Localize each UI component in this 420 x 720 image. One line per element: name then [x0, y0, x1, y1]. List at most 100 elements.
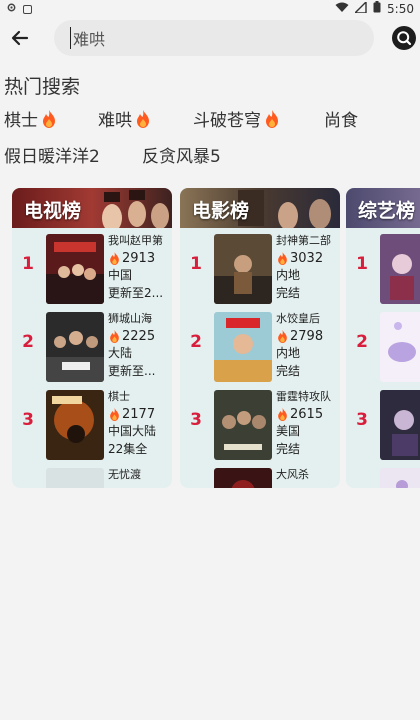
item-region: 中国	[108, 268, 133, 282]
rank-number: 3	[22, 410, 34, 430]
ranking-item[interactable]: 3 雷霆特攻队 2615 美国 完结	[180, 386, 340, 460]
ranking-carousel[interactable]: 电视榜 1 我叫赵甲第 2913 中国 更新至2... 2 狮城山海 2225 …	[12, 188, 420, 490]
poster-image	[46, 390, 104, 460]
ranking-item[interactable]: 1	[346, 230, 420, 304]
search-bar	[0, 18, 420, 58]
ranking-item[interactable]: 1 我叫赵甲第 2913 中国 更新至2...	[12, 230, 172, 304]
hot-tag[interactable]: 反贪风暴5	[142, 142, 221, 167]
rank-number: 2	[22, 332, 34, 352]
ranking-item[interactable]: 2	[346, 308, 420, 382]
item-info: 我叫赵甲第 2913 中国 更新至2...	[108, 232, 170, 302]
item-name: 棋士	[108, 390, 130, 403]
item-region: 美国	[276, 424, 301, 438]
heat-number: 2177	[122, 406, 156, 422]
item-info: 封神第二部 3032 内地 完结	[276, 232, 338, 302]
notification-status-icon	[23, 4, 32, 14]
item-name: 封神第二部	[276, 234, 331, 247]
item-name: 大风杀	[276, 468, 309, 481]
fire-icon	[278, 251, 287, 265]
poster-image	[214, 390, 272, 460]
ranking-item[interactable]: 无忧渡	[12, 464, 172, 488]
item-info: 狮城山海 2225 大陆 更新至...	[108, 310, 170, 380]
item-status: 更新至2...	[108, 285, 164, 300]
fire-icon	[278, 329, 287, 343]
poster-image	[380, 468, 420, 488]
fire-icon	[110, 251, 119, 265]
ranking-title: 综艺榜	[358, 200, 416, 222]
heat-value: 3032	[276, 250, 338, 268]
fire-icon	[278, 407, 287, 421]
variety-ranking-card[interactable]: 综艺榜 1 2 3	[346, 188, 420, 488]
hot-tag-label: 假日暖洋洋2	[4, 147, 100, 167]
item-status: 22集全	[108, 441, 148, 456]
movie-ranking-card[interactable]: 电影榜 1 封神第二部 3032 内地 完结 2 水饺皇后 2798 内地 完结…	[180, 188, 340, 488]
item-info: 棋士 2177 中国大陆 22集全	[108, 388, 170, 458]
item-region: 中国大陆	[108, 424, 157, 438]
ranking-item[interactable]: 3	[346, 386, 420, 460]
hot-tag[interactable]: 斗破苍穹	[193, 106, 281, 131]
ranking-item[interactable]: 2 狮城山海 2225 大陆 更新至...	[12, 308, 172, 382]
search-button[interactable]	[392, 26, 416, 50]
poster-image	[214, 234, 272, 304]
poster-image	[46, 468, 104, 488]
search-input[interactable]	[70, 27, 330, 49]
signal-icon	[353, 0, 367, 16]
ranking-item[interactable]: 2 水饺皇后 2798 内地 完结	[180, 308, 340, 382]
rank-number: 1	[356, 254, 368, 274]
poster-image	[214, 312, 272, 382]
heat-number: 3032	[290, 250, 324, 266]
heat-value: 2913	[108, 250, 170, 268]
rank-number: 3	[190, 410, 202, 430]
battery-icon	[373, 1, 381, 16]
item-name: 水饺皇后	[276, 312, 320, 325]
rank-number: 2	[190, 332, 202, 352]
item-name: 雷霆特攻队	[276, 390, 331, 403]
poster-image	[380, 234, 420, 304]
hot-tag[interactable]: 假日暖洋洋2	[4, 142, 100, 167]
fire-icon	[266, 109, 278, 128]
heat-number: 2615	[290, 406, 324, 422]
fire-icon	[43, 109, 55, 128]
clock: 5:50	[387, 1, 414, 16]
item-name: 我叫赵甲第	[108, 234, 163, 247]
ranking-item[interactable]	[346, 464, 420, 488]
ranking-header: 电视榜	[12, 188, 172, 228]
rank-number: 1	[190, 254, 202, 274]
poster-image	[46, 312, 104, 382]
item-status: 更新至...	[108, 363, 156, 378]
ranking-item[interactable]: 3 棋士 2177 中国大陆 22集全	[12, 386, 172, 460]
ranking-item[interactable]: 1 封神第二部 3032 内地 完结	[180, 230, 340, 304]
arrow-left-icon	[11, 30, 29, 46]
hot-tag-label: 难哄	[98, 111, 132, 131]
search-field[interactable]	[54, 20, 414, 56]
status-bar: 5:50	[0, 0, 420, 16]
heat-value: 2615	[276, 406, 338, 424]
heat-number: 2225	[122, 328, 156, 344]
heat-value: 2798	[276, 328, 338, 346]
item-region: 大陆	[108, 346, 133, 360]
poster-image	[46, 234, 104, 304]
ranking-item[interactable]: 大风杀	[180, 464, 340, 488]
tv-ranking-card[interactable]: 电视榜 1 我叫赵甲第 2913 中国 更新至2... 2 狮城山海 2225 …	[12, 188, 172, 488]
search-icon	[392, 26, 416, 50]
hot-tag-label: 斗破苍穹	[193, 111, 261, 131]
item-region: 内地	[276, 346, 301, 360]
hot-tag-label: 尚食	[324, 111, 358, 131]
hot-tag[interactable]: 棋士	[4, 106, 58, 131]
ranking-title: 电视榜	[24, 200, 82, 222]
item-status: 完结	[276, 441, 301, 456]
fire-icon	[110, 329, 119, 343]
ranking-header: 综艺榜	[346, 188, 420, 228]
heat-number: 2798	[290, 328, 324, 344]
heat-number: 2913	[122, 250, 156, 266]
rank-number: 1	[22, 254, 34, 274]
hot-tag-label: 反贪风暴5	[142, 147, 221, 167]
back-button[interactable]	[8, 26, 32, 50]
ranking-title: 电影榜	[192, 200, 250, 222]
item-info: 雷霆特攻队 2615 美国 完结	[276, 388, 338, 458]
fire-icon	[137, 109, 149, 128]
item-info: 水饺皇后 2798 内地 完结	[276, 310, 338, 380]
hot-tag[interactable]: 难哄	[98, 106, 152, 131]
poster-image	[380, 390, 420, 460]
hot-tag[interactable]: 尚食	[324, 106, 358, 131]
